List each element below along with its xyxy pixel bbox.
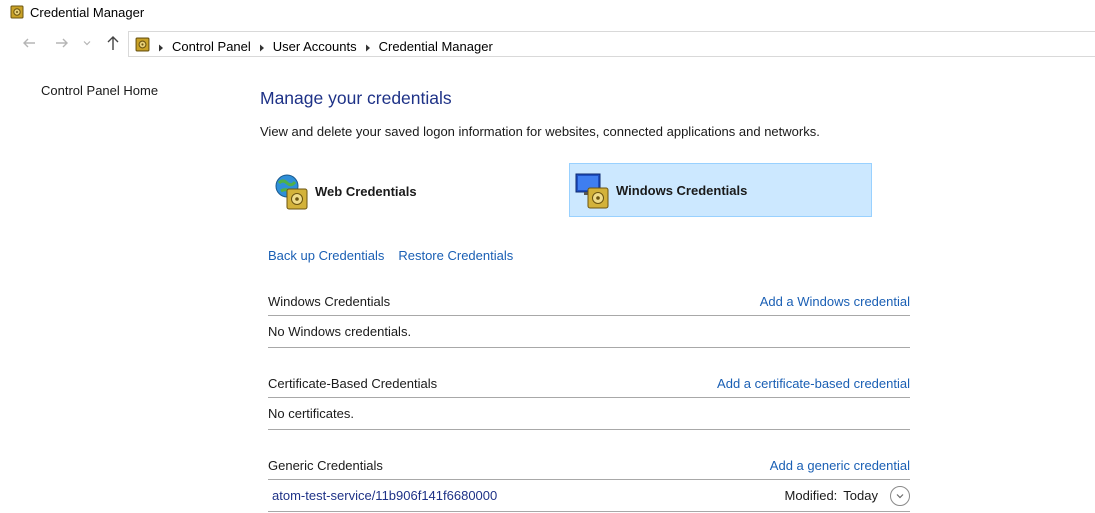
section-title: Certificate-Based Credentials (268, 375, 438, 391)
section-title: Windows Credentials (268, 293, 391, 309)
chevron-right-icon[interactable] (257, 41, 267, 52)
page-title: Manage your credentials (260, 88, 452, 108)
backup-credentials-link[interactable]: Back up Credentials (268, 248, 384, 263)
title-bar: Credential Manager (0, 0, 1095, 24)
restore-credentials-link[interactable]: Restore Credentials (398, 248, 513, 263)
credential-name[interactable]: atom-test-service/11b906f141f6680000 (268, 488, 497, 503)
web-credentials-tile[interactable]: Web Credentials (269, 164, 569, 218)
windows-credentials-icon (574, 170, 614, 210)
windows-credentials-section: Windows Credentials Add a Windows creden… (268, 287, 910, 348)
backup-restore-links: Back up Credentials Restore Credentials (268, 248, 513, 263)
forward-arrow-icon[interactable] (53, 34, 71, 52)
certificate-credentials-section: Certificate-Based Credentials Add a cert… (268, 369, 910, 430)
modified-value: Today (843, 488, 878, 503)
back-arrow-icon[interactable] (20, 34, 38, 52)
left-navigation: Control Panel Home (41, 83, 158, 98)
window-title: Credential Manager (30, 5, 145, 20)
breadcrumb-credential-manager[interactable]: Credential Manager (379, 39, 493, 54)
page-subtitle: View and delete your saved logon informa… (260, 124, 820, 139)
add-certificate-credential-link[interactable]: Add a certificate-based credential (717, 376, 910, 391)
breadcrumb-control-panel[interactable]: Control Panel (172, 39, 251, 54)
modified-label: Modified: (784, 488, 838, 503)
section-header: Generic Credentials Add a generic creden… (268, 451, 910, 480)
chevron-right-icon[interactable] (156, 41, 166, 52)
up-arrow-icon[interactable] (104, 34, 122, 52)
windows-credentials-label: Windows Credentials (616, 182, 748, 198)
web-credentials-icon (273, 171, 313, 211)
credential-modified: Modified: Today (784, 485, 910, 506)
section-empty-state: No Windows credentials. (268, 316, 910, 348)
chevron-right-icon[interactable] (363, 41, 373, 52)
windows-credentials-tile[interactable]: Windows Credentials (569, 163, 872, 217)
expand-chevron-icon[interactable] (890, 485, 910, 506)
address-field[interactable]: Control Panel User Accounts Credential M… (128, 31, 1095, 57)
empty-text: No certificates. (268, 406, 354, 421)
credential-vault-icon (10, 5, 24, 22)
breadcrumb-user-accounts[interactable]: User Accounts (273, 39, 357, 54)
add-generic-credential-link[interactable]: Add a generic credential (770, 458, 910, 473)
main-content: Manage your credentials View and delete … (260, 88, 910, 512)
section-header: Windows Credentials Add a Windows creden… (268, 287, 910, 316)
breadcrumb: Control Panel User Accounts Credential M… (135, 37, 493, 55)
credential-vault-icon (135, 37, 150, 55)
control-panel-home-link[interactable]: Control Panel Home (41, 83, 158, 98)
section-title: Generic Credentials (268, 457, 383, 473)
web-credentials-label: Web Credentials (315, 183, 417, 199)
add-windows-credential-link[interactable]: Add a Windows credential (760, 294, 910, 309)
section-header: Certificate-Based Credentials Add a cert… (268, 369, 910, 398)
list-item[interactable]: atom-test-service/11b906f141f6680000 Mod… (268, 480, 910, 512)
address-bar: Control Panel User Accounts Credential M… (0, 31, 1095, 57)
section-empty-state: No certificates. (268, 398, 910, 430)
empty-text: No Windows credentials. (268, 324, 412, 339)
recent-dropdown-icon[interactable] (81, 34, 93, 52)
generic-credentials-section: Generic Credentials Add a generic creden… (268, 451, 910, 512)
